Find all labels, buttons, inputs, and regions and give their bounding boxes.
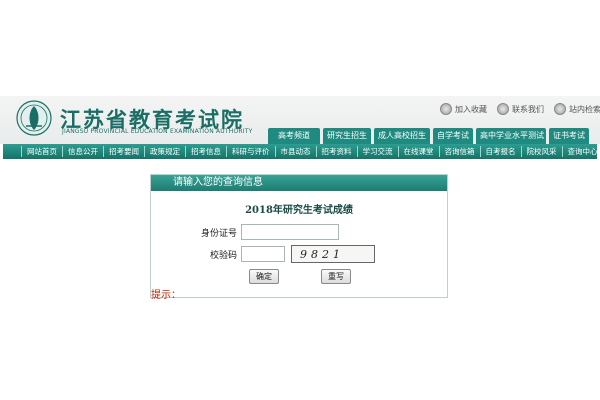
nav-item-online-class[interactable]: 在线课堂: [397, 146, 439, 157]
id-number-input[interactable]: [241, 224, 339, 240]
search-circle-icon: [554, 103, 566, 115]
nav-item-policy[interactable]: 政策规定: [144, 146, 185, 157]
main-nav: 网站首页 信息公开 招考要闻 政策规定 招考信息 科研与评价 市县动态 招考资料…: [3, 144, 600, 159]
form-buttons: 确定 重写: [249, 269, 351, 284]
id-row: 身份证号: [151, 224, 339, 240]
tab-gaokao[interactable]: 高考频道: [268, 128, 320, 144]
confirm-button[interactable]: 确定: [249, 269, 279, 284]
nav-item-colleges[interactable]: 院校风采: [520, 146, 562, 157]
contact-us-label: 联系我们: [512, 104, 544, 114]
category-tabs: 高考频道 研究生招生 成人高校招生 自学考试 高中学业水平测试 证书考试: [268, 128, 589, 144]
verify-code-label: 校验码: [209, 250, 237, 261]
top-links: 加入收藏 联系我们 站内检索: [440, 103, 600, 115]
nav-item-exchange[interactable]: 学习交流: [356, 146, 398, 157]
nav-item-city-news[interactable]: 市县动态: [274, 146, 316, 157]
query-title: 2018年研究生考试成绩: [245, 205, 353, 216]
favorite-circle-icon: [440, 103, 452, 115]
site-search-label: 站内检索: [569, 104, 600, 114]
nav-item-news[interactable]: 招考要闻: [103, 146, 144, 157]
tab-certificate[interactable]: 证书考试: [549, 128, 589, 144]
query-panel-header: 请输入您的查询信息: [151, 175, 447, 191]
add-favorite-link[interactable]: 加入收藏: [440, 103, 487, 115]
nav-item-exam-info[interactable]: 招考信息: [185, 146, 226, 157]
site-subtitle: JIANGSU PROVINCIAL EDUCATION EXAMINATION…: [62, 128, 253, 135]
contact-us-link[interactable]: 联系我们: [497, 103, 544, 115]
nav-item-materials[interactable]: 招考资料: [315, 146, 357, 157]
tab-academic-test[interactable]: 高中学业水平测试: [476, 128, 546, 144]
site-search-link[interactable]: 站内检索: [554, 103, 600, 115]
nav-item-self-exam-signup[interactable]: 自考报名: [479, 146, 521, 157]
page: 江苏省教育考试院 JIANGSU PROVINCIAL EDUCATION EX…: [0, 0, 600, 400]
add-favorite-label: 加入收藏: [455, 104, 487, 114]
nav-item-info-public[interactable]: 信息公开: [62, 146, 103, 157]
id-number-label: 身份证号: [200, 228, 237, 239]
reset-button[interactable]: 重写: [321, 269, 351, 284]
contact-circle-icon: [497, 103, 509, 115]
tab-graduate[interactable]: 研究生招生: [323, 128, 371, 144]
query-panel: 请输入您的查询信息 2018年研究生考试成绩 身份证号 校验码 9821 确定 …: [150, 174, 448, 298]
captcha-image[interactable]: 9821: [291, 245, 375, 263]
tab-self-study[interactable]: 自学考试: [433, 128, 473, 144]
hint-text: 提示：: [151, 290, 181, 301]
nav-item-query-center[interactable]: 查询中心: [561, 146, 600, 157]
code-row: 校验码 9821: [151, 245, 375, 263]
nav-item-home[interactable]: 网站首页: [21, 146, 62, 157]
nav-item-mailbox[interactable]: 咨询信箱: [438, 146, 480, 157]
site-logo[interactable]: [16, 100, 52, 136]
verify-code-input[interactable]: [241, 246, 285, 262]
nav-item-research[interactable]: 科研与评价: [226, 146, 275, 157]
tab-adult-college[interactable]: 成人高校招生: [374, 128, 430, 144]
